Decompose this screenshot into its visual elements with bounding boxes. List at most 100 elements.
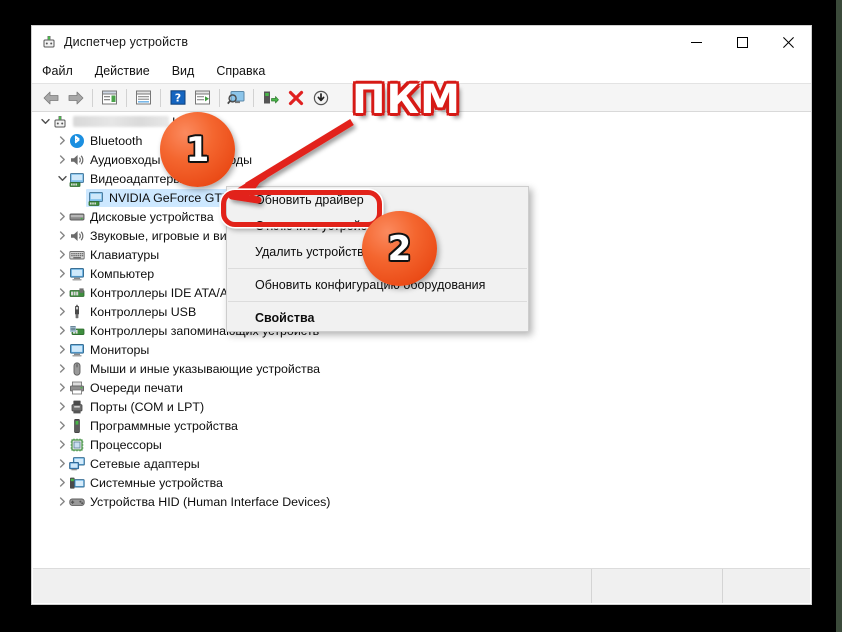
tree-row-16[interactable]: Программные устройства xyxy=(33,416,810,435)
annotation-badge-2: 2 xyxy=(362,211,437,286)
tree-row-label: Контроллеры USB xyxy=(90,304,197,319)
chevron-down-icon[interactable] xyxy=(56,174,69,183)
tree-row-2[interactable]: Аудиовходы и аудиовыходы xyxy=(33,150,810,169)
forward-icon[interactable] xyxy=(63,86,88,109)
chevron-right-icon[interactable] xyxy=(56,383,69,392)
chevron-right-icon[interactable] xyxy=(56,364,69,373)
chevron-right-icon[interactable] xyxy=(56,136,69,145)
tree-row-content: Процессоры xyxy=(69,437,162,453)
tree-row-label: Сетевые адаптеры xyxy=(90,456,200,471)
printer-icon xyxy=(69,380,85,396)
tree-row-label: Программные устройства xyxy=(90,418,238,433)
tree-row-18[interactable]: Сетевые адаптеры xyxy=(33,454,810,473)
minimize-button[interactable] xyxy=(673,26,719,58)
tree-row-1[interactable]: Bluetooth xyxy=(33,131,810,150)
tree-row-content: Устройства HID (Human Interface Devices) xyxy=(69,494,330,510)
maximize-button[interactable] xyxy=(719,26,765,58)
monitor-icon xyxy=(69,342,85,358)
menu-item-action[interactable]: Действие xyxy=(95,64,150,78)
tree-row-content: Программные устройства xyxy=(69,418,238,434)
svg-text:?: ? xyxy=(174,91,180,104)
system-device-icon xyxy=(69,475,85,491)
tree-row-label: Дисковые устройства xyxy=(90,209,214,224)
chevron-right-icon[interactable] xyxy=(56,231,69,240)
separator xyxy=(160,88,161,107)
hid-icon xyxy=(69,494,85,510)
menu-item-help[interactable]: Справка xyxy=(216,64,265,78)
tree-row-content: Мониторы xyxy=(69,342,149,358)
annotation-label-pkm: ПКМ xyxy=(352,77,461,123)
chevron-right-icon[interactable] xyxy=(56,345,69,354)
context-menu-item-properties[interactable]: Свойства xyxy=(227,305,528,331)
update-driver-icon[interactable] xyxy=(190,86,215,109)
separator xyxy=(219,88,220,107)
tree-row-label: Системные устройства xyxy=(90,475,223,490)
tree-row-19[interactable]: Системные устройства xyxy=(33,473,810,492)
keyboard-icon xyxy=(69,247,85,263)
audio-icon xyxy=(69,152,85,168)
disk-drive-icon xyxy=(69,209,85,225)
tree-row-content: Сетевые адаптеры xyxy=(69,456,200,472)
status-pane-2 xyxy=(592,569,723,603)
screen: Диспетчер устройств Файл Действие Вид Сп… xyxy=(0,0,842,632)
chevron-down-icon[interactable] xyxy=(39,117,52,126)
scan-hardware-changes-icon[interactable] xyxy=(258,86,283,109)
chevron-right-icon[interactable] xyxy=(56,288,69,297)
tree-row-label: Мониторы xyxy=(90,342,150,357)
menu-item-view[interactable]: Вид xyxy=(172,64,195,78)
tree-row-label: Мыши и иные указывающие устройства xyxy=(90,361,321,376)
chevron-right-icon[interactable] xyxy=(56,478,69,487)
menu-item-file[interactable]: Файл xyxy=(42,64,73,78)
show-hide-console-tree-icon[interactable] xyxy=(131,86,156,109)
chevron-right-icon[interactable] xyxy=(56,212,69,221)
device-tree[interactable]: I6 BluetoothАудиовходы и аудиовыходыВиде… xyxy=(33,112,810,568)
tree-row-17[interactable]: Процессоры xyxy=(33,435,810,454)
chevron-right-icon[interactable] xyxy=(56,402,69,411)
tree-row-label: Устройства HID (Human Interface Devices) xyxy=(90,494,331,509)
disable-device-icon[interactable] xyxy=(308,86,333,109)
chevron-right-icon[interactable] xyxy=(56,269,69,278)
tree-row-content: Клавиатуры xyxy=(69,247,159,263)
chevron-right-icon[interactable] xyxy=(56,250,69,259)
tree-row-content: Компьютер xyxy=(69,266,154,282)
scan-monitor-icon[interactable] xyxy=(224,86,249,109)
computer-root-icon xyxy=(52,114,68,130)
chevron-right-icon[interactable] xyxy=(56,497,69,506)
software-device-icon xyxy=(69,418,85,434)
port-icon xyxy=(69,399,85,415)
chevron-right-icon[interactable] xyxy=(56,155,69,164)
tree-row-label: Очереди печати xyxy=(90,380,183,395)
help-icon[interactable]: ? xyxy=(165,86,190,109)
tree-row-12[interactable]: Мониторы xyxy=(33,340,810,359)
properties-icon[interactable] xyxy=(97,86,122,109)
mouse-icon xyxy=(69,361,85,377)
bluetooth-icon xyxy=(69,133,85,149)
tree-row-label: Процессоры xyxy=(90,437,162,452)
chevron-right-icon[interactable] xyxy=(56,307,69,316)
tree-row-content: Мыши и иные указывающие устройства xyxy=(69,361,320,377)
annotation-badge-1: 1 xyxy=(160,112,235,187)
processor-icon xyxy=(69,437,85,453)
tree-row-content: Порты (COM и LPT) xyxy=(69,399,204,415)
network-adapter-icon xyxy=(69,456,85,472)
close-button[interactable] xyxy=(765,26,811,58)
uninstall-device-icon[interactable] xyxy=(283,86,308,109)
separator xyxy=(228,301,527,302)
tree-row-20[interactable]: Устройства HID (Human Interface Devices) xyxy=(33,492,810,511)
highlight-box-update-driver xyxy=(221,190,382,227)
chevron-right-icon[interactable] xyxy=(56,459,69,468)
tree-row-content: Очереди печати xyxy=(69,380,183,396)
tree-row-content: NVIDIA GeForce GTX xyxy=(86,188,234,207)
display-adapter-icon xyxy=(69,171,85,187)
tree-row-label: Порты (COM и LPT) xyxy=(90,399,205,414)
separator xyxy=(126,88,127,107)
chevron-right-icon[interactable] xyxy=(56,421,69,430)
back-icon[interactable] xyxy=(38,86,63,109)
tree-row-14[interactable]: Очереди печати xyxy=(33,378,810,397)
separator xyxy=(92,88,93,107)
tree-row-13[interactable]: Мыши и иные указывающие устройства xyxy=(33,359,810,378)
chevron-right-icon[interactable] xyxy=(56,440,69,449)
tree-row-15[interactable]: Порты (COM и LPT) xyxy=(33,397,810,416)
usb-icon xyxy=(69,304,85,320)
chevron-right-icon[interactable] xyxy=(56,326,69,335)
